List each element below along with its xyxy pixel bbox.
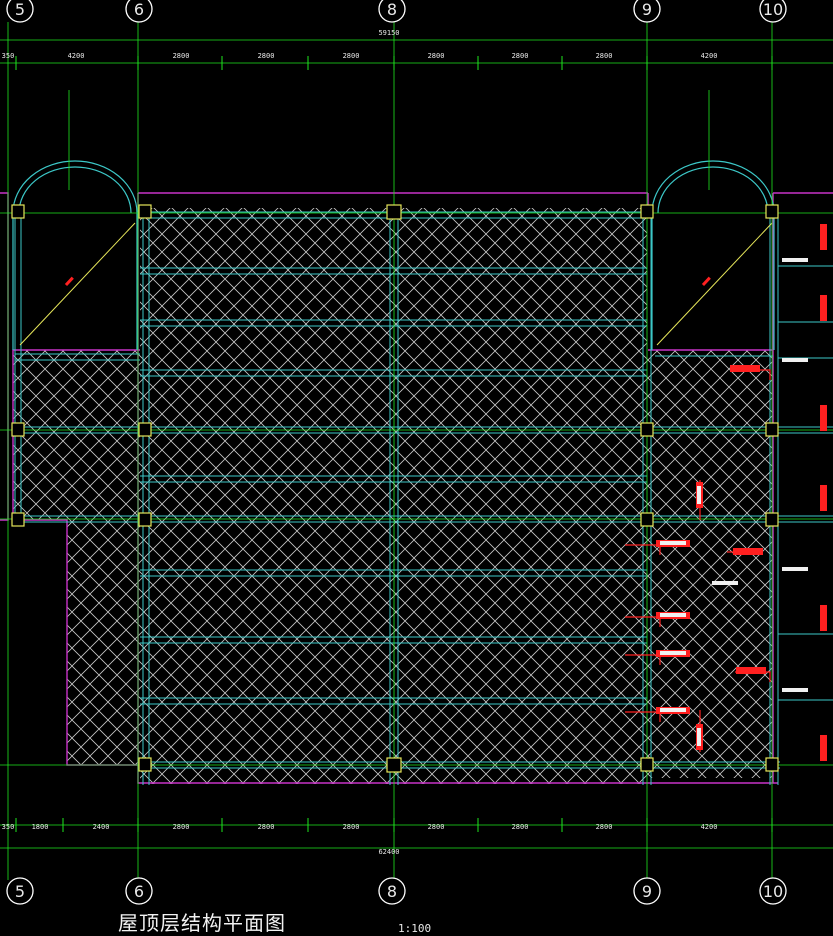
axis-label: 6 bbox=[134, 882, 144, 901]
top-dimension: 4200 bbox=[701, 52, 718, 60]
top-dimension: 2800 bbox=[258, 52, 275, 60]
top-dimensions: 59150 350 4200 2800 2800 2800 2800 2800 … bbox=[2, 29, 718, 60]
axis-label: 5 bbox=[15, 882, 25, 901]
bottom-dimensions: 350 1800 2400 2800 2800 2800 2800 2800 2… bbox=[2, 823, 718, 856]
bottom-dimension: 4200 bbox=[701, 823, 718, 831]
bottom-dimension: 2800 bbox=[173, 823, 190, 831]
top-dimension: 2800 bbox=[343, 52, 360, 60]
drawing-scale: 1:100 bbox=[398, 922, 432, 935]
top-dimension: 2800 bbox=[512, 52, 529, 60]
structural-plan-drawing: 59150 350 4200 2800 2800 2800 2800 2800 … bbox=[0, 0, 833, 905]
axis-label: 8 bbox=[387, 0, 397, 19]
axis-label: 5 bbox=[15, 0, 25, 19]
drawing-title: 屋顶层结构平面图 bbox=[118, 911, 286, 935]
bottom-dimension: 2800 bbox=[428, 823, 445, 831]
axis-label: 6 bbox=[134, 0, 144, 19]
axis-label: 9 bbox=[642, 0, 652, 19]
bottom-dimension: 1800 bbox=[32, 823, 49, 831]
bottom-dimension: 350 bbox=[2, 823, 15, 831]
axis-label: 10 bbox=[763, 882, 783, 901]
top-dimension: 2800 bbox=[428, 52, 445, 60]
top-dimension: 2800 bbox=[173, 52, 190, 60]
top-dimension: 350 bbox=[2, 52, 15, 60]
bottom-dimension: 2800 bbox=[343, 823, 360, 831]
top-dimension: 4200 bbox=[68, 52, 85, 60]
bottom-dimension: 2400 bbox=[93, 823, 110, 831]
axis-label: 10 bbox=[763, 0, 783, 19]
bottom-dimension: 2800 bbox=[258, 823, 275, 831]
bottom-dimension: 2800 bbox=[512, 823, 529, 831]
bottom-overall-dimension: 62400 bbox=[378, 848, 399, 856]
axis-label: 8 bbox=[387, 882, 397, 901]
top-dimension: 2800 bbox=[596, 52, 613, 60]
bottom-dimension: 2800 bbox=[596, 823, 613, 831]
top-overall-dimension: 59150 bbox=[378, 29, 399, 37]
axis-label: 9 bbox=[642, 882, 652, 901]
